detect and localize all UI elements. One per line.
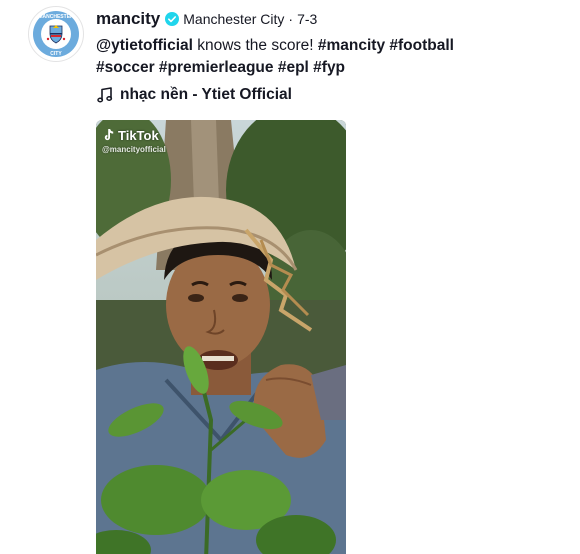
hashtag-link[interactable]: #soccer bbox=[96, 59, 155, 76]
watermark-handle: @mancityofficial bbox=[102, 145, 166, 154]
svg-text:CITY: CITY bbox=[50, 51, 62, 57]
hashtag-link[interactable]: #mancity bbox=[318, 37, 385, 54]
watermark-brand: TikTok bbox=[118, 128, 159, 143]
username-link[interactable]: mancity bbox=[96, 9, 160, 29]
mention-link[interactable]: @ytietofficial bbox=[96, 37, 193, 54]
hashtag-link[interactable]: #premierleague bbox=[159, 59, 274, 76]
tiktok-watermark: TikTok @mancityofficial bbox=[102, 128, 166, 154]
verified-badge-icon bbox=[165, 12, 180, 26]
avatar[interactable]: MANCHESTER CITY bbox=[28, 6, 84, 62]
nickname: Manchester City bbox=[183, 11, 285, 27]
hashtag-link[interactable]: #epl bbox=[278, 59, 309, 76]
manchester-city-crest-icon: MANCHESTER CITY bbox=[30, 8, 82, 60]
music-note-icon bbox=[96, 86, 114, 104]
music-link[interactable]: nhạc nền - Ytiet Official bbox=[96, 84, 292, 106]
hashtag-link[interactable]: #fyp bbox=[313, 59, 345, 76]
tiktok-post: MANCHESTER CITY mancity Manchester City … bbox=[0, 0, 580, 554]
post-date: 7-3 bbox=[297, 11, 318, 27]
separator-dot: · bbox=[288, 11, 294, 27]
music-label: nhạc nền - Ytiet Official bbox=[120, 86, 292, 103]
tiktok-logo-icon bbox=[104, 129, 114, 141]
video-frame-image bbox=[96, 120, 346, 554]
post-caption: @ytietofficial knows the score! #mancity… bbox=[96, 35, 536, 79]
svg-text:MANCHESTER: MANCHESTER bbox=[38, 14, 74, 20]
hashtag-link[interactable]: #football bbox=[389, 37, 454, 54]
post-header: mancity Manchester City · 7-3 bbox=[96, 8, 317, 30]
video-player[interactable]: TikTok @mancityofficial bbox=[96, 120, 346, 554]
caption-text: knows the score! bbox=[192, 37, 318, 54]
